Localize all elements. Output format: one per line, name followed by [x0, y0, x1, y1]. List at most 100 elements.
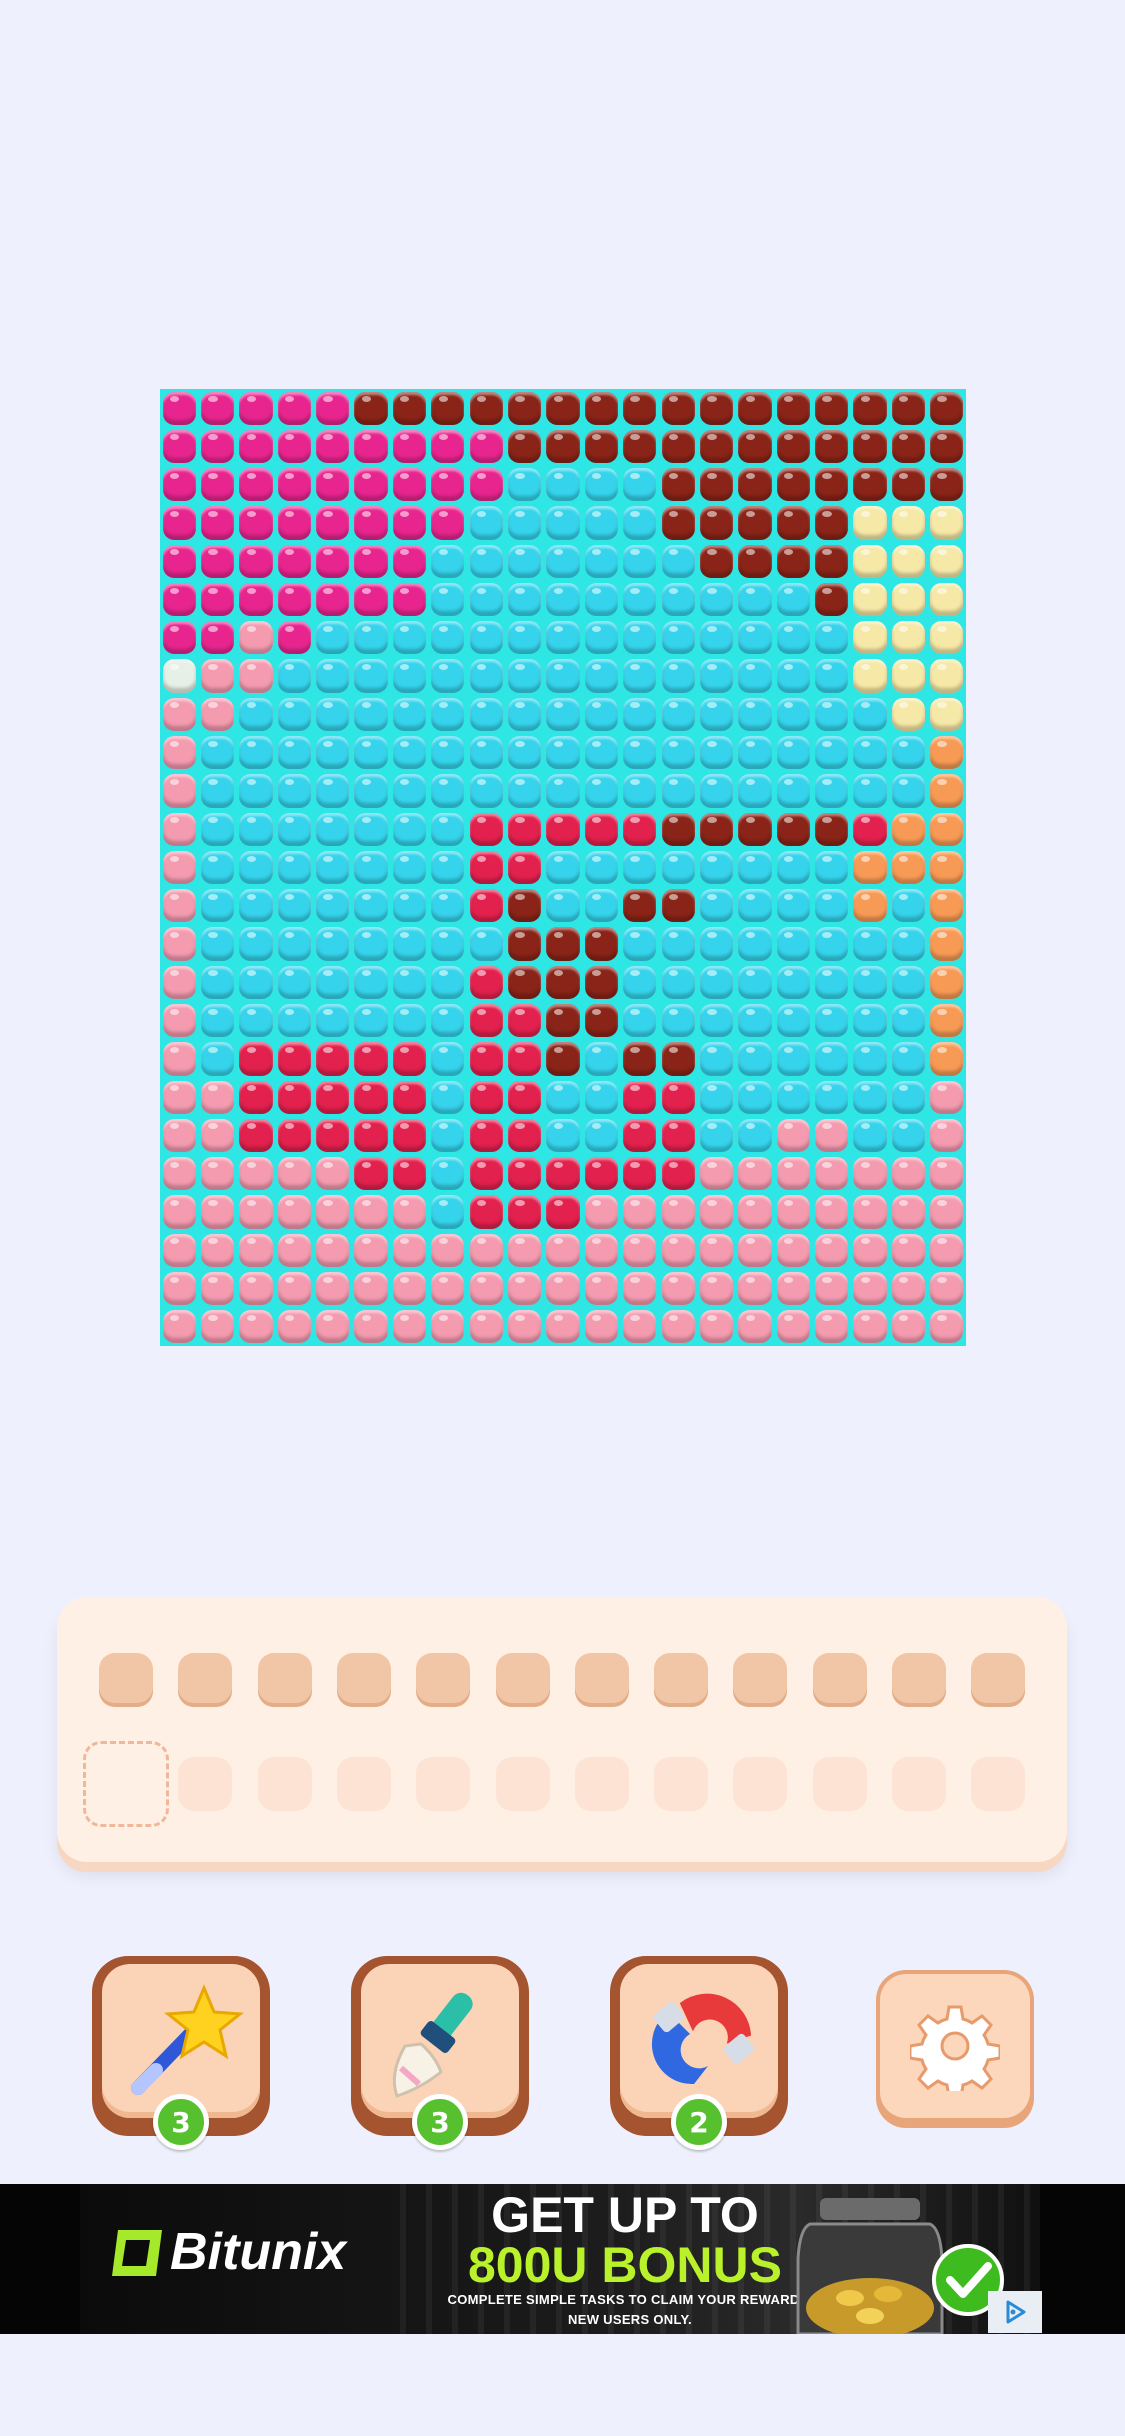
bead[interactable] — [738, 659, 772, 693]
bead[interactable] — [316, 736, 350, 770]
bead[interactable] — [891, 1080, 926, 1114]
bead[interactable] — [930, 544, 964, 578]
bead[interactable] — [431, 1080, 465, 1114]
bead[interactable] — [699, 850, 734, 885]
bead[interactable] — [623, 965, 657, 999]
bead[interactable] — [392, 544, 427, 578]
bead[interactable] — [162, 468, 196, 502]
bead[interactable] — [392, 391, 427, 425]
bead[interactable] — [776, 1157, 810, 1191]
tray-slot-top[interactable] — [971, 1653, 1026, 1707]
ad-banner[interactable]: Bitunix GET UP TO 800U BONUS COMPLETE SI… — [0, 2184, 1125, 2334]
bead[interactable] — [507, 736, 542, 770]
tray-slot-top[interactable] — [495, 1653, 550, 1707]
bead[interactable] — [699, 391, 734, 425]
bead[interactable] — [162, 1003, 196, 1038]
bead[interactable] — [469, 965, 503, 999]
bead[interactable] — [507, 1042, 542, 1076]
bead[interactable] — [776, 544, 810, 578]
bead[interactable] — [661, 889, 695, 923]
bead[interactable] — [661, 1080, 695, 1114]
tray-slot-bottom[interactable] — [654, 1757, 709, 1811]
bead[interactable] — [699, 468, 734, 502]
bead[interactable] — [738, 621, 772, 655]
bead[interactable] — [930, 391, 964, 425]
bead[interactable] — [738, 1233, 772, 1267]
bead[interactable] — [354, 850, 388, 885]
brush-button[interactable]: 3 — [351, 1956, 529, 2150]
bead[interactable] — [891, 391, 926, 425]
bead[interactable] — [162, 1042, 196, 1076]
bead[interactable] — [699, 1157, 734, 1191]
bead[interactable] — [431, 965, 465, 999]
bead[interactable] — [392, 1271, 427, 1306]
bead[interactable] — [239, 965, 273, 999]
bead[interactable] — [584, 1233, 618, 1267]
bead[interactable] — [584, 1157, 618, 1191]
bead[interactable] — [469, 544, 503, 578]
bead[interactable] — [507, 697, 542, 731]
bead[interactable] — [661, 697, 695, 731]
bead[interactable] — [546, 812, 580, 846]
bead[interactable] — [200, 1080, 235, 1114]
tray-slot-bottom[interactable] — [733, 1757, 788, 1811]
bead[interactable] — [661, 582, 695, 617]
bead[interactable] — [930, 889, 964, 923]
bead[interactable] — [738, 850, 772, 885]
bead[interactable] — [738, 1195, 772, 1229]
tray-slot-bottom[interactable] — [971, 1757, 1026, 1811]
bead[interactable] — [891, 429, 926, 464]
bead[interactable] — [815, 736, 849, 770]
bead[interactable] — [623, 1233, 657, 1267]
bead[interactable] — [699, 1310, 734, 1344]
bead[interactable] — [354, 468, 388, 502]
tray-slot-top[interactable] — [257, 1653, 312, 1707]
bead[interactable] — [623, 1042, 657, 1076]
bead[interactable] — [431, 697, 465, 731]
bead[interactable] — [738, 544, 772, 578]
bead[interactable] — [738, 429, 772, 464]
bead[interactable] — [853, 697, 887, 731]
bead[interactable] — [469, 889, 503, 923]
bead[interactable] — [392, 1080, 427, 1114]
bead[interactable] — [316, 659, 350, 693]
bead[interactable] — [776, 468, 810, 502]
bead[interactable] — [584, 506, 618, 540]
bead[interactable] — [316, 850, 350, 885]
bead[interactable] — [699, 506, 734, 540]
bead[interactable] — [623, 1271, 657, 1306]
bead[interactable] — [546, 1080, 580, 1114]
bead[interactable] — [853, 774, 887, 808]
bead[interactable] — [584, 1195, 618, 1229]
bead[interactable] — [776, 1195, 810, 1229]
bead[interactable] — [584, 429, 618, 464]
tray-slot-bottom[interactable] — [574, 1757, 629, 1811]
bead[interactable] — [200, 927, 235, 961]
bead[interactable] — [891, 1271, 926, 1306]
bead[interactable] — [853, 1271, 887, 1306]
bead[interactable] — [738, 736, 772, 770]
bead[interactable] — [891, 468, 926, 502]
bead[interactable] — [469, 621, 503, 655]
bead[interactable] — [738, 1118, 772, 1153]
bead[interactable] — [239, 889, 273, 923]
bead[interactable] — [623, 927, 657, 961]
bead[interactable] — [239, 468, 273, 502]
bead[interactable] — [354, 1157, 388, 1191]
bead[interactable] — [507, 1080, 542, 1114]
bead[interactable] — [316, 1271, 350, 1306]
bead[interactable] — [200, 468, 235, 502]
bead[interactable] — [316, 621, 350, 655]
bead[interactable] — [815, 1195, 849, 1229]
bead[interactable] — [354, 1233, 388, 1267]
bead[interactable] — [507, 927, 542, 961]
bead[interactable] — [699, 659, 734, 693]
bead[interactable] — [738, 1042, 772, 1076]
bead[interactable] — [776, 659, 810, 693]
bead[interactable] — [891, 506, 926, 540]
bead[interactable] — [431, 736, 465, 770]
bead[interactable] — [699, 1118, 734, 1153]
bead[interactable] — [584, 1271, 618, 1306]
bead[interactable] — [431, 1003, 465, 1038]
bead[interactable] — [738, 889, 772, 923]
